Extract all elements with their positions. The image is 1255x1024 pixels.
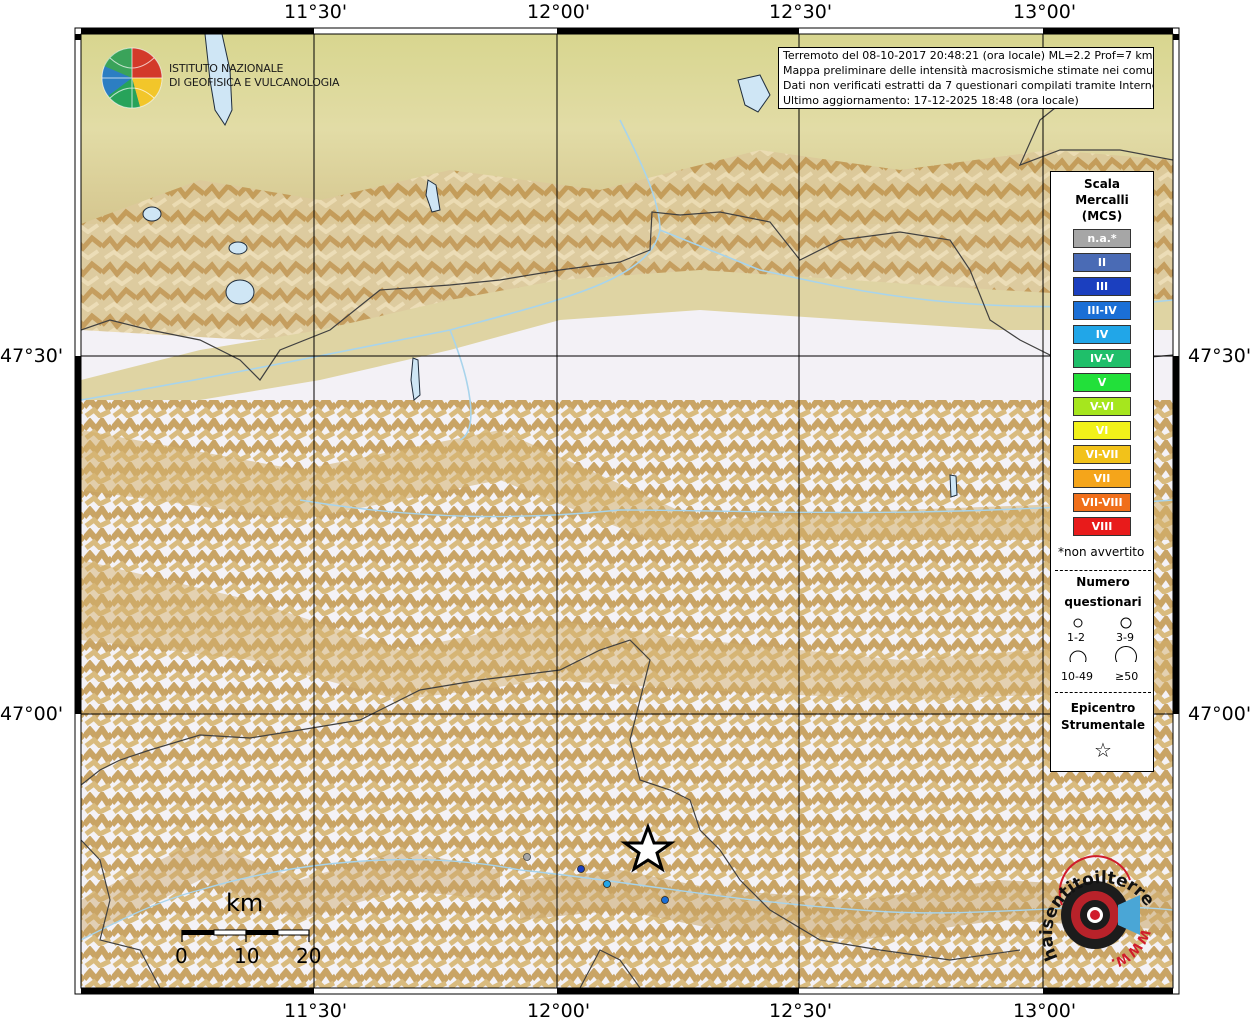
- event-info-line1: Terremoto del 08-10-2017 20:48:21 (ora l…: [783, 49, 1153, 62]
- legend-swatch-v: V: [1073, 373, 1131, 392]
- axis-top-1230: 12°30': [769, 1, 833, 23]
- scalebar-tick-20: 20: [296, 944, 322, 968]
- legend-count-title-1: Numero: [1076, 575, 1130, 589]
- count-3-9: 3-9: [1116, 631, 1134, 644]
- legend-epi-title-2: Strumentale: [1060, 718, 1146, 732]
- institute-line1: ISTITUTO NAZIONALE: [169, 62, 284, 75]
- scalebar-tick-10: 10: [234, 944, 260, 968]
- legend-swatch-iv-v: IV-V: [1073, 349, 1131, 368]
- legend-swatch-viii: VIII: [1073, 517, 1131, 536]
- axis-bottom-1200: 12°00': [527, 1000, 591, 1022]
- axis-bottom-1130: 11°30': [284, 1000, 348, 1022]
- point-iv[interactable]: [603, 880, 611, 888]
- legend-title-3: (MCS): [1081, 209, 1123, 223]
- legend-swatch-iv: IV: [1073, 325, 1131, 344]
- point-na[interactable]: [523, 853, 531, 861]
- point-iii-iv[interactable]: [661, 896, 669, 904]
- legend-swatch-iii: III: [1073, 277, 1131, 296]
- legend-swatch-v-vi: V-VI: [1073, 397, 1131, 416]
- legend-swatch-vii: VII: [1073, 469, 1131, 488]
- event-info-line2: Mappa preliminare delle intensità macros…: [783, 64, 1154, 77]
- legend-title-1: Scala: [1083, 177, 1121, 191]
- legend-swatch-vi-vii: VI-VII: [1073, 445, 1131, 464]
- legend-count-title-2: questionari: [1064, 595, 1142, 609]
- legend-divider-2: [1055, 692, 1151, 693]
- legend-swatch-vi: VI: [1073, 421, 1131, 440]
- scalebar-tick-0: 0: [175, 944, 188, 968]
- event-info-line3: Dati non verificati estratti da 7 questi…: [783, 79, 1154, 92]
- axis-right-4700: 47°00': [1188, 703, 1252, 725]
- axis-top-1300: 13°00': [1013, 1, 1077, 23]
- axis-top-1200: 12°00': [527, 1, 591, 23]
- legend-divider: [1055, 570, 1151, 571]
- institute-line2: DI GEOFISICA E VULCANOLOGIA: [169, 76, 340, 89]
- legend-panel: Scala Mercalli (MCS) n.a.* II III III-IV IV I…: [1050, 171, 1154, 772]
- axis-bottom-1300: 13°00': [1013, 1000, 1077, 1022]
- legend-epi-title-1: Epicentro: [1070, 701, 1136, 715]
- count-50: ≥50: [1115, 670, 1139, 683]
- legend-note: *non avvertito: [1058, 545, 1145, 559]
- institute-name: ISTITUTO NAZIONALE DI GEOFISICA E VULCAN…: [169, 62, 340, 90]
- legend-star-icon: ☆: [1094, 738, 1112, 762]
- legend-swatch-iii-iv: III-IV: [1073, 301, 1131, 320]
- axis-right-4730: 47°30': [1188, 345, 1252, 367]
- event-info-line4: Ultimo aggiornamento: 17-12-2025 18:48 (…: [783, 94, 1079, 107]
- svg-text:WWW.: WWW.: [1109, 926, 1153, 970]
- watermark-text: haisentitoilterremoto.it WWW.: [1030, 850, 1158, 970]
- axis-top-1130: 11°30': [284, 1, 348, 23]
- axis-left-4730: 47°30': [0, 345, 64, 367]
- axis-bottom-1230: 12°30': [769, 1000, 833, 1022]
- axis-left-4700: 47°00': [0, 703, 64, 725]
- scalebar-unit: km: [226, 889, 264, 917]
- legend-swatch-vii-viii: VII-VIII: [1073, 493, 1131, 512]
- legend-title-2: Mercalli: [1075, 193, 1129, 207]
- legend-swatch-ii: II: [1073, 253, 1131, 272]
- point-iii-a[interactable]: [577, 865, 585, 873]
- event-info-box: Terremoto del 08-10-2017 20:48:21 (ora l…: [778, 47, 1154, 109]
- watermark-www-text: WWW.: [1109, 926, 1153, 970]
- ingv-logo-icon: [101, 47, 163, 109]
- count-10-49: 10-49: [1061, 670, 1093, 683]
- legend-swatch-n-a-: n.a.*: [1073, 229, 1131, 248]
- count-1-2: 1-2: [1067, 631, 1085, 644]
